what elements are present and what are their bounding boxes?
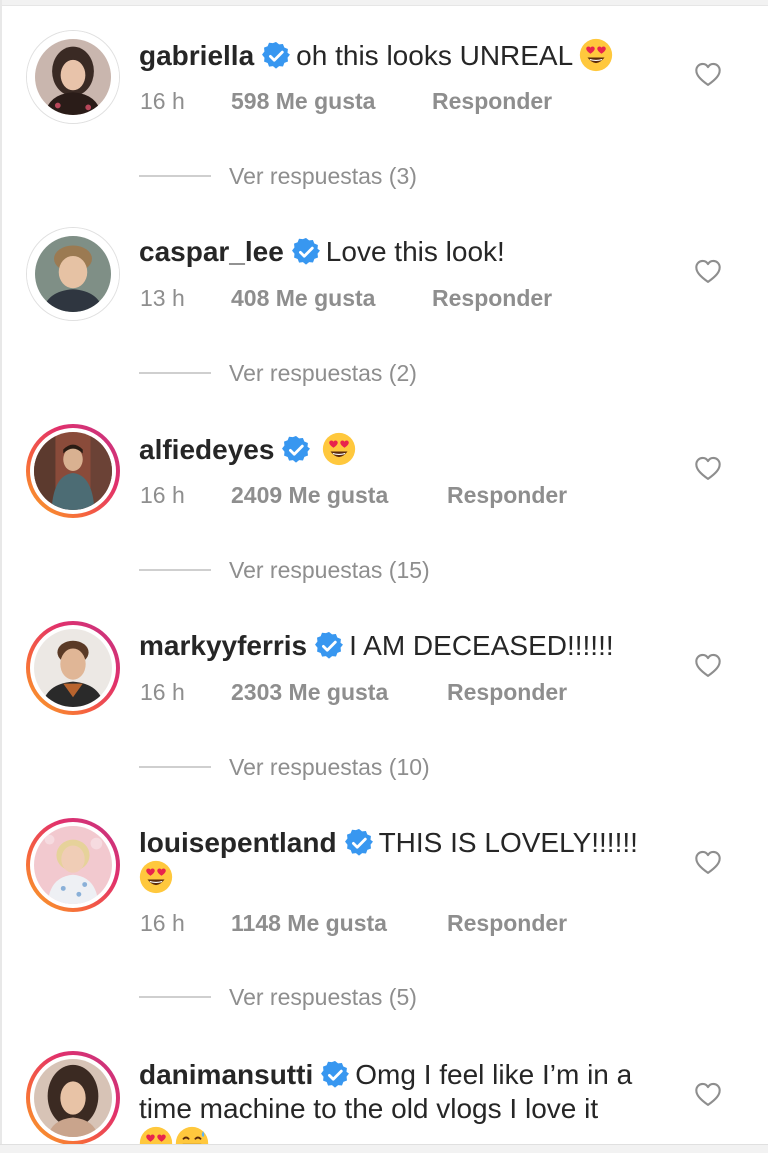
avatar-photo [34, 629, 112, 707]
username-link[interactable]: markyyferris [139, 630, 307, 661]
comment-text: alfiedeyes [139, 432, 658, 467]
avatar[interactable] [26, 621, 120, 715]
reply-button[interactable]: Responder [432, 285, 552, 312]
replies-divider [139, 175, 211, 177]
bottom-divider [0, 1144, 768, 1153]
heart-eyes-emoji [322, 432, 356, 466]
replies-divider [139, 569, 211, 571]
comment-time: 16 h [140, 910, 185, 936]
username-link[interactable]: danimansutti [139, 1059, 313, 1090]
view-replies-label: Ver respuestas (5) [229, 984, 417, 1010]
likes-count[interactable]: 598 Me gusta [231, 88, 375, 115]
comment-text-continued [139, 1126, 658, 1144]
comment-time: 16 h [140, 88, 185, 114]
likes-count[interactable]: 2409 Me gusta [231, 482, 388, 509]
likes-count[interactable]: 1148 Me gusta [231, 910, 387, 937]
username-link[interactable]: louisepentland [139, 827, 337, 858]
top-divider [0, 0, 768, 6]
view-replies-button[interactable]: Ver respuestas (2) [139, 360, 417, 387]
heart-outline-icon[interactable] [694, 455, 722, 483]
comment-meta: 13 h 408 Me gusta Responder [140, 285, 552, 312]
likes-count[interactable]: 2303 Me gusta [231, 679, 388, 706]
comment-body: I AM DECEASED!!!!!! [349, 630, 614, 661]
comment-text: caspar_lee Love this look! [139, 235, 658, 269]
grin-sweat-emoji [175, 1126, 209, 1144]
comment-time: 16 h [140, 679, 185, 705]
heart-eyes-emoji [579, 38, 613, 72]
avatar-photo [34, 1059, 112, 1137]
comment-meta: 16 h 2409 Me gusta Responder [140, 482, 567, 509]
comment-meta: 16 h 2303 Me gusta Responder [140, 679, 567, 706]
replies-divider [139, 372, 211, 374]
comment-body-line2: time machine to the old vlogs I love it [139, 1093, 599, 1124]
verified-badge-icon [321, 1061, 349, 1089]
reply-button[interactable]: Responder [447, 482, 567, 509]
view-replies-button[interactable]: Ver respuestas (10) [139, 754, 430, 781]
comment-body: Love this look! [325, 236, 505, 267]
heart-outline-icon[interactable] [694, 849, 722, 877]
avatar[interactable] [26, 424, 120, 518]
avatar[interactable] [26, 818, 120, 912]
likes-count[interactable]: 408 Me gusta [231, 285, 375, 312]
left-edge [0, 0, 2, 1153]
comment-text-continued: time machine to the old vlogs I love it [139, 1092, 658, 1126]
heart-eyes-emoji [139, 1126, 173, 1144]
avatar-photo [34, 432, 112, 510]
comment-meta: 16 h 1148 Me gusta Responder [140, 910, 567, 937]
reply-button[interactable]: Responder [432, 88, 552, 115]
view-replies-label: Ver respuestas (15) [229, 557, 430, 583]
comment-text: louisepentland THIS IS LOVELY!!!!!! [139, 826, 658, 860]
avatar[interactable] [26, 30, 120, 124]
comment-item: danimansutti Omg I feel like I’m in a tim… [0, 1018, 768, 1144]
verified-badge-icon [315, 632, 343, 660]
view-replies-label: Ver respuestas (3) [229, 163, 417, 189]
username-link[interactable]: gabriella [139, 40, 254, 71]
username-link[interactable]: caspar_lee [139, 236, 284, 267]
verified-badge-icon [282, 436, 310, 464]
comment-meta: 16 h 598 Me gusta Responder [140, 88, 552, 115]
view-replies-label: Ver respuestas (10) [229, 754, 430, 780]
comment-body: THIS IS LOVELY!!!!!! [378, 827, 638, 858]
view-replies-button[interactable]: Ver respuestas (15) [139, 557, 430, 584]
avatar[interactable] [26, 1051, 120, 1144]
comment-text: markyyferris I AM DECEASED!!!!!! [139, 629, 658, 663]
heart-outline-icon[interactable] [694, 61, 722, 89]
heart-outline-icon[interactable] [694, 258, 722, 286]
verified-badge-icon [345, 829, 373, 857]
reply-button[interactable]: Responder [447, 679, 567, 706]
view-replies-label: Ver respuestas (2) [229, 360, 417, 386]
comment-body: Omg I feel like I’m in a [355, 1059, 633, 1090]
comment-body: oh this looks UNREAL [296, 40, 574, 71]
replies-divider [139, 766, 211, 768]
replies-divider [139, 996, 211, 998]
heart-eyes-emoji [139, 860, 173, 894]
username-link[interactable]: alfiedeyes [139, 434, 274, 465]
avatar-photo [35, 39, 111, 115]
comment-text: danimansutti Omg I feel like I’m in a [139, 1058, 658, 1092]
verified-badge-icon [292, 238, 320, 266]
reply-button[interactable]: Responder [447, 910, 567, 937]
avatar-photo [34, 826, 112, 904]
view-replies-button[interactable]: Ver respuestas (3) [139, 163, 417, 190]
view-replies-button[interactable]: Ver respuestas (5) [139, 984, 417, 1011]
heart-outline-icon[interactable] [694, 1081, 722, 1109]
comment-text-continued [139, 860, 658, 895]
comment-time: 13 h [140, 285, 185, 311]
verified-badge-icon [262, 42, 290, 70]
avatar[interactable] [26, 227, 120, 321]
comment-text: gabriella oh this looks UNREAL [139, 38, 658, 73]
comment-time: 16 h [140, 482, 185, 508]
avatar-photo [35, 236, 111, 312]
heart-outline-icon[interactable] [694, 652, 722, 680]
